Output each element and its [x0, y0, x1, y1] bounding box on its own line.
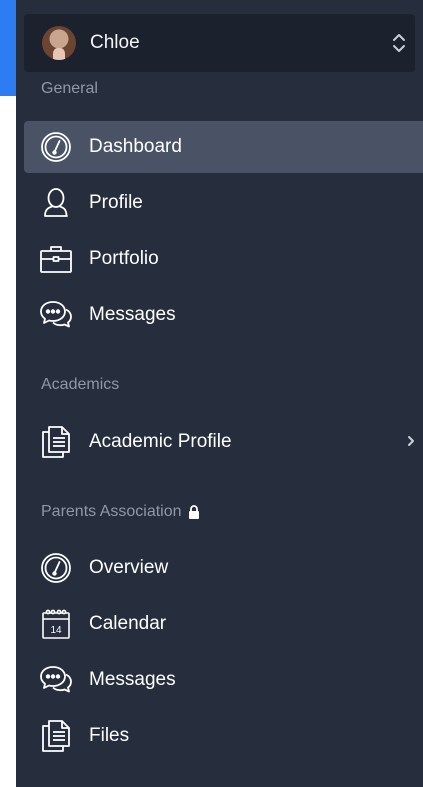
chevron-up-down-icon[interactable] [391, 31, 407, 55]
section-label-parents-association: Parents Association [41, 503, 200, 521]
calendar-icon: 14 [39, 607, 73, 641]
briefcase-icon [39, 242, 73, 276]
section-label-general: General [41, 80, 98, 97]
nav-item-files[interactable]: Files [24, 710, 423, 762]
chat-bubbles-icon [39, 663, 73, 697]
dashboard-gauge-icon [39, 551, 73, 585]
documents-icon [39, 719, 73, 753]
page-background [0, 96, 16, 787]
calendar-day-number: 14 [50, 625, 62, 636]
nav-item-messages[interactable]: Messages [24, 289, 423, 341]
section-label-parents-text: Parents Association [41, 503, 182, 520]
user-avatar-icon [42, 26, 76, 60]
user-icon [39, 186, 73, 220]
account-switcher[interactable]: Chloe [24, 14, 415, 72]
nav-item-profile[interactable]: Profile [24, 177, 423, 229]
nav-item-dashboard[interactable]: Dashboard [24, 121, 423, 173]
nav-label-portfolio: Portfolio [89, 248, 159, 269]
nav-item-calendar[interactable]: 14 Calendar [24, 598, 423, 650]
nav-label-overview: Overview [89, 557, 169, 578]
sidebar: Chloe General Dashboard Profile Portfoli… [16, 0, 423, 787]
section-label-academics: Academics [41, 376, 120, 393]
nav-label-messages: Messages [89, 304, 176, 325]
nav-label-parents-messages: Messages [89, 669, 176, 690]
account-name: Chloe [90, 32, 140, 53]
nav-item-academic-profile[interactable]: Academic Profile [24, 416, 423, 468]
nav-label-academic-profile: Academic Profile [89, 431, 232, 452]
nav-item-overview[interactable]: Overview [24, 542, 423, 594]
nav-label-files: Files [89, 725, 130, 746]
dashboard-gauge-icon [39, 130, 73, 164]
nav-item-portfolio[interactable]: Portfolio [24, 233, 423, 285]
lock-icon [188, 505, 200, 519]
nav-item-parents-messages[interactable]: Messages [24, 654, 423, 706]
documents-icon [39, 425, 73, 459]
chat-bubbles-icon [39, 298, 73, 332]
nav-label-dashboard: Dashboard [89, 136, 182, 157]
nav-label-profile: Profile [89, 192, 143, 213]
chevron-right-icon[interactable] [407, 434, 415, 448]
nav-label-calendar: Calendar [89, 613, 167, 634]
